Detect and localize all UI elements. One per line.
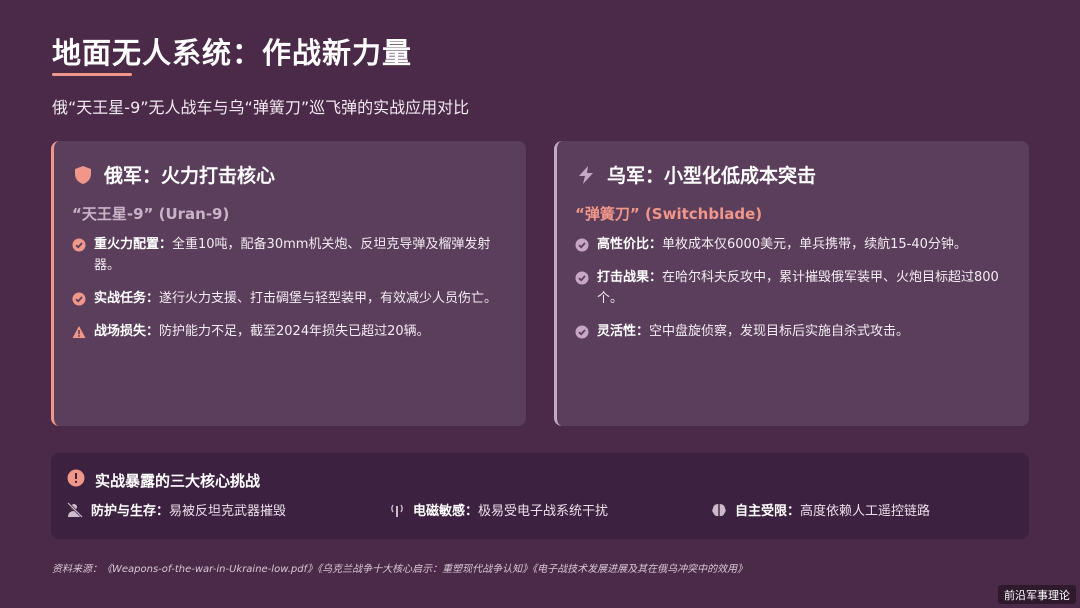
check-circle-icon [72,292,86,306]
ukraine-card-subtitle: “弹簧刀” (Switchblade) [575,205,763,223]
list-item: 重火力配置：全重10吨，配备30mm机关炮、反坦克导弹及榴弹发射器。 [72,234,502,276]
item-label: 灵活性： [597,324,650,339]
russia-card-header: 俄军：火力打击核心 [72,161,502,188]
item-label: 打击战果： [597,270,663,285]
challenge-text: 易被反坦克武器摧毁 [169,504,287,519]
list-item: 实战任务：遂行火力支援、打击碉堡与轻型装甲，有效减少人员伤亡。 [72,288,502,309]
item-text: 单枚成本仅6000美元，单兵携带，续航15-40分钟。 [662,237,967,252]
list-item: 战场损失：防护能力不足，截至2024年损失已超过20辆。 [72,321,502,342]
ukraine-card: 乌军：小型化低成本突击 “弹簧刀” (Switchblade) 高性价比：单枚成… [554,141,1029,426]
check-circle-icon [575,325,589,339]
list-item: 高性价比：单枚成本仅6000美元，单兵携带，续航15-40分钟。 [575,234,1005,255]
item-text: 防护能力不足，截至2024年损失已超过20辆。 [159,324,430,339]
user-slash-icon [67,501,83,518]
russia-card-title: 俄军：火力打击核心 [104,165,276,187]
page-subtitle: 俄“天王星-9”无人战车与乌“弹簧刀”巡飞弹的实战应用对比 [52,98,470,117]
challenges-title: 实战暴露的三大核心挑战 [95,471,261,490]
list-item: 打击战果：在哈尔科夫反攻中，累计摧毁俄军装甲、火炮目标超过800个。 [575,267,1005,309]
challenges-panel: 实战暴露的三大核心挑战 防护与生存：易被反坦克武器摧毁 电磁敏感：极易受电子战系… [51,453,1029,539]
challenges-header: 实战暴露的三大核心挑战 [67,469,1029,491]
brain-icon [711,502,727,518]
list-item: 灵活性：空中盘旋侦察，发现目标后实施自杀式攻击。 [575,321,1005,342]
ukraine-card-title: 乌军：小型化低成本突击 [607,165,817,187]
challenge-label: 防护与生存： [91,504,170,519]
challenge-item: 自主受限：高度依赖人工遥控链路 [711,500,930,519]
challenge-label: 电磁敏感： [413,504,479,519]
exclamation-circle-icon [67,469,85,491]
item-label: 实战任务： [94,291,160,306]
lightning-icon [575,164,597,186]
source-note: 资料来源：《Weapons-of-the-war-in-Ukraine-low.… [52,564,748,575]
title-underline [52,73,132,76]
challenge-item: 防护与生存：易被反坦克武器摧毁 [67,500,286,519]
signal-icon [389,502,405,518]
item-label: 高性价比： [597,237,663,252]
challenge-item: 电磁敏感：极易受电子战系统干扰 [389,500,608,519]
russia-card: 俄军：火力打击核心 “天王星-9” (Uran-9) 重火力配置：全重10吨，配… [51,141,526,426]
shield-icon [72,164,94,186]
item-label: 战场损失： [94,324,160,339]
challenge-text: 极易受电子战系统干扰 [478,504,609,519]
check-circle-icon [72,238,86,252]
page-title: 地面无人系统：作战新力量 [52,36,413,70]
check-circle-icon [575,238,589,252]
item-label: 重火力配置： [94,237,173,252]
item-text: 空中盘旋侦察，发现目标后实施自杀式攻击。 [649,324,910,339]
challenge-label: 自主受限： [735,504,801,519]
warning-icon [72,325,86,339]
item-text: 遂行火力支援、打击碉堡与轻型装甲，有效减少人员伤亡。 [159,291,498,306]
russia-card-subtitle: “天王星-9” (Uran-9) [72,205,230,223]
ukraine-card-header: 乌军：小型化低成本突击 [575,161,1005,188]
check-circle-icon [575,271,589,285]
watermark: 前沿军事理论 [998,585,1076,604]
challenge-text: 高度依赖人工遥控链路 [800,504,931,519]
